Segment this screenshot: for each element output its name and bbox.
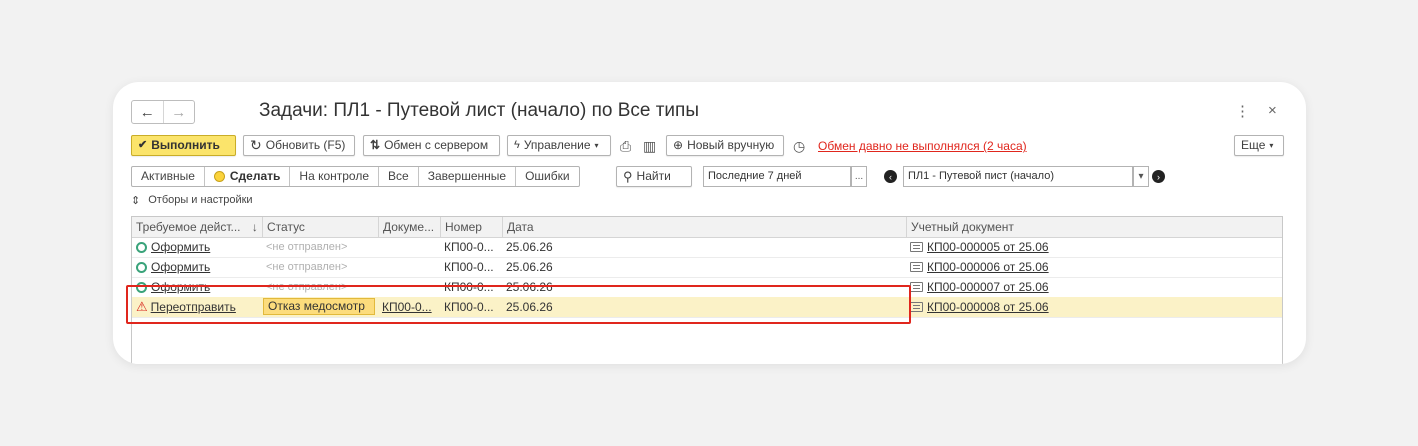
table-row-selected[interactable]: ⚠ Переотправить Отказ медосмотр КП00-0...… [132,297,1282,318]
tab-errors[interactable]: Ошибки [515,167,579,186]
history-icon[interactable]: ◷ [793,138,805,155]
tab-on-control[interactable]: На контроле [289,167,378,186]
nav-buttons: ← → [131,100,195,124]
check-icon: ✔ [138,139,148,151]
warning-triangle-icon: ⚠ [136,299,148,314]
more-button[interactable]: Еще ▾ [1234,135,1284,156]
sort-down-icon: ↓ [251,220,258,234]
page-title: Задачи: ПЛ1 - Путевой лист (начало) по В… [259,100,699,121]
up-down-arrows-icon: ⇅ [370,138,381,152]
date-cell: 25.06.26 [506,240,553,254]
tab-active[interactable]: Активные [132,167,204,186]
refresh-icon: ↻ [250,137,262,153]
close-icon[interactable]: × [1268,102,1277,119]
number-cell: КП00-0... [444,280,494,294]
action-link[interactable]: Оформить [151,260,210,274]
number-cell: КП00-0... [444,240,494,254]
table-header: Требуемое дейст... ↓ Статус Докуме... Но… [132,217,1282,238]
more-vert-icon[interactable]: ⋮ [1235,102,1250,120]
document-icon [910,302,923,312]
number-cell: КП00-0... [444,300,494,314]
document-type-field[interactable]: ПЛ1 - Путевой пист (начало) [903,166,1133,187]
task-window: ← → Задачи: ПЛ1 - Путевой лист (начало) … [113,82,1306,364]
document-icon [910,242,923,252]
date-cell: 25.06.26 [506,280,553,294]
report-table-icon[interactable]: ▥ [643,138,656,155]
header-date[interactable]: Дата [502,217,906,237]
header-status[interactable]: Статус [262,217,378,237]
tasks-table: Требуемое дейст... ↓ Статус Докуме... Но… [131,216,1283,364]
table-row[interactable]: Оформить <не отправлен> КП00-0... 25.06.… [132,278,1282,298]
header-number[interactable]: Номер [440,217,502,237]
chevron-down-icon[interactable]: ▾ [1133,166,1149,187]
print-icon[interactable]: ⎙ [620,138,631,155]
accounting-doc-link[interactable]: КП00-000006 от 25.06 [927,260,1049,274]
filters-toggle[interactable]: ⇕ Отборы и настройки [131,194,253,207]
status-cell: <не отправлен> [266,281,348,293]
find-button[interactable]: ⚲ Найти [616,166,692,187]
search-icon: ⚲ [623,169,633,184]
circle-outline-icon [136,262,147,273]
document-cell [378,258,440,277]
tab-todo[interactable]: Сделать [203,167,290,186]
execute-button[interactable]: ✔ Выполнить [131,135,236,156]
refresh-button[interactable]: ↻ Обновить (F5) [243,135,355,156]
action-link[interactable]: Оформить [151,240,210,254]
exchange-warning-link[interactable]: Обмен давно не выполнялся (2 часа) [818,139,1027,153]
period-field[interactable]: Последние 7 дней [703,166,851,187]
status-badge: Отказ медосмотр [263,298,375,315]
period-select-button[interactable]: ... [851,166,867,187]
action-link[interactable]: Переотправить [151,300,236,314]
document-icon [910,282,923,292]
table-row[interactable]: Оформить <не отправлен> КП00-0... 25.06.… [132,238,1282,258]
header-document[interactable]: Докуме... [378,217,440,237]
action-link[interactable]: Оформить [151,280,210,294]
exchange-server-button[interactable]: ⇅ Обмен с сервером [363,135,500,156]
header-action[interactable]: Требуемое дейст... ↓ [132,217,262,237]
document-icon [910,262,923,272]
date-cell: 25.06.26 [506,260,553,274]
chevron-down-icon: ▾ [1269,141,1274,150]
yellow-dot-icon [213,171,225,182]
accounting-doc-link[interactable]: КП00-000008 от 25.06 [927,300,1049,314]
accounting-doc-link[interactable]: КП00-000005 от 25.06 [927,240,1049,254]
accounting-doc-link[interactable]: КП00-000007 от 25.06 [927,280,1049,294]
circle-outline-icon [136,282,147,293]
forward-arrow-icon[interactable]: → [162,101,195,123]
lightning-icon: ϟ [514,139,520,151]
chevron-down-icon: ▾ [594,141,599,150]
header-accounting-doc[interactable]: Учетный документ [906,217,1282,237]
new-manual-button[interactable]: ⊕ Новый вручную [666,135,784,156]
document-cell [378,238,440,257]
status-cell: <не отправлен> [266,241,348,253]
document-cell [378,278,440,297]
document-link[interactable]: КП00-0... [378,297,440,317]
next-circle-icon[interactable]: › [1152,170,1165,183]
number-cell: КП00-0... [444,260,494,274]
tab-completed[interactable]: Завершенные [417,167,515,186]
back-arrow-icon[interactable]: ← [132,101,163,123]
date-cell: 25.06.26 [506,300,553,314]
prev-circle-icon[interactable]: ‹ [884,170,897,183]
task-filter-tabs: Активные Сделать На контроле Все Заверше… [131,166,580,187]
manage-dropdown-button[interactable]: ϟ Управление ▾ [507,135,611,156]
tab-all[interactable]: Все [378,167,418,186]
expand-collapse-icon: ⇕ [131,195,141,207]
circle-outline-icon [136,242,147,253]
table-row[interactable]: Оформить <не отправлен> КП00-0... 25.06.… [132,258,1282,278]
plus-circle-icon: ⊕ [673,138,684,152]
status-cell: <не отправлен> [266,261,348,273]
